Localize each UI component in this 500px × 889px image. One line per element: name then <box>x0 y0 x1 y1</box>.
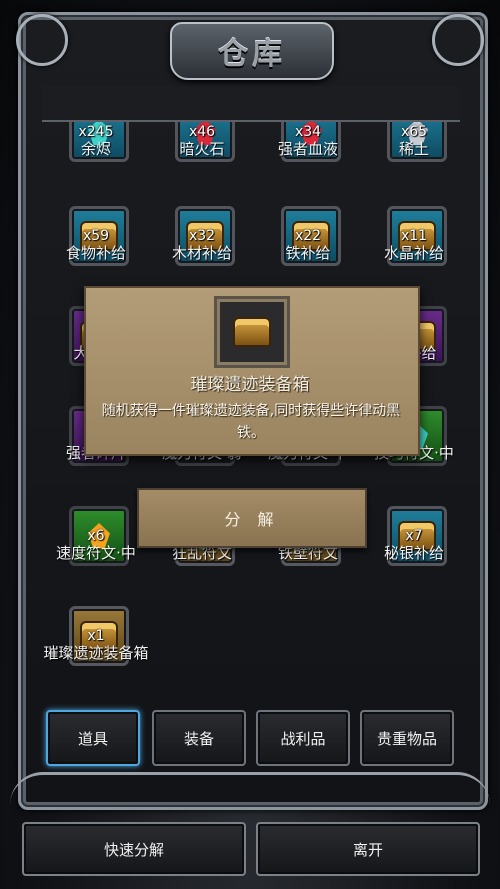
inventory-item[interactable]: x1 璀璨遗迹装备箱 <box>42 606 150 704</box>
inventory-header-bar <box>42 86 460 122</box>
page-title: 仓库 <box>218 37 286 72</box>
tab-equipment[interactable]: 装备 <box>152 710 246 766</box>
frame-corner-ornament <box>432 14 484 66</box>
bottom-frame-ornament <box>10 772 490 805</box>
popup-item-name: 璀璨遗迹装备箱 <box>190 375 310 395</box>
quick-decompose-button[interactable]: 快速分解 <box>22 822 246 876</box>
item-count: x11 <box>400 228 428 244</box>
item-count: x32 <box>188 228 216 244</box>
inventory-item[interactable]: x65 稀土 <box>360 122 460 202</box>
item-count: x46 <box>188 124 216 140</box>
item-count: x59 <box>82 228 110 244</box>
inventory-item[interactable]: x34 强者血液 <box>254 122 362 202</box>
tab-loot[interactable]: 战利品 <box>256 710 350 766</box>
item-name: 稀土 <box>398 140 429 158</box>
leave-button[interactable]: 离开 <box>256 822 480 876</box>
item-count: x1 <box>87 628 105 644</box>
decompose-button[interactable]: 分 解 <box>137 488 367 548</box>
item-count: x22 <box>294 228 322 244</box>
item-name: 璀璨遗迹装备箱 <box>43 644 149 662</box>
item-count: x245 <box>78 124 114 140</box>
item-count: x34 <box>294 124 322 140</box>
item-count: x7 <box>405 528 423 544</box>
frame-corner-ornament <box>16 14 68 66</box>
popup-item-slot <box>214 296 290 368</box>
inventory-item[interactable]: x245 余烬 <box>42 122 150 202</box>
tab-valuables[interactable]: 贵重物品 <box>360 710 454 766</box>
tab-items[interactable]: 道具 <box>46 710 140 766</box>
chest-icon <box>233 317 271 347</box>
popup-item-description: 随机获得一件璀璨遗迹装备,同时获得些许律动黑铁。 <box>101 403 401 441</box>
inventory-item[interactable]: x6 速度符文·中 <box>42 506 150 606</box>
inventory-item[interactable]: x7 秘银补给 <box>360 506 460 606</box>
item-count: x65 <box>400 124 428 140</box>
inventory-item[interactable]: x46 暗火石 <box>148 122 256 202</box>
item-name: 水晶补给 <box>383 244 444 262</box>
item-count: x6 <box>87 528 105 544</box>
title-plate: 仓库 <box>170 22 334 80</box>
